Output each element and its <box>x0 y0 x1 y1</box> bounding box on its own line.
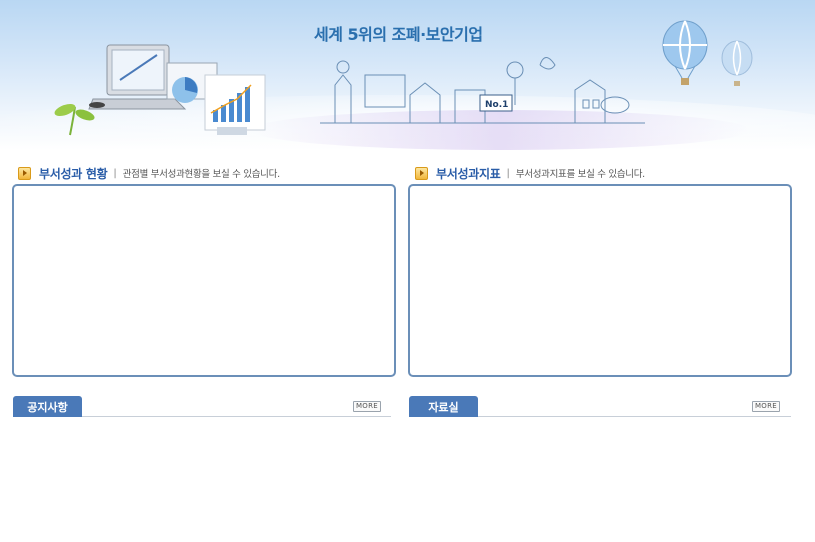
archive-board: 자료실 MORE <box>409 396 791 418</box>
arrow-bullet-icon <box>18 166 31 180</box>
dept-indicators-panel <box>408 184 792 377</box>
section-title: 부서성과지표 <box>436 166 501 181</box>
notices-more-button[interactable]: MORE <box>353 401 381 412</box>
divider: | <box>113 167 117 179</box>
city-doodle-illustration: No.1 <box>320 57 645 124</box>
notice-board: 공지사항 MORE <box>13 396 391 418</box>
section-header-dept-indicators: 부서성과지표 | 부서성과지표를 보실 수 있습니다. <box>415 164 645 182</box>
arrow-bullet-icon <box>415 166 428 180</box>
header-banner: 세계 5위의 조폐·보안기업 No.1 <box>0 0 815 150</box>
laptop-chart-illustration <box>54 44 266 136</box>
banner-slogan: 세계 5위의 조폐·보안기업 <box>314 25 483 44</box>
archive-more-button[interactable]: MORE <box>752 401 780 412</box>
divider: | <box>506 167 510 179</box>
hot-air-balloons-illustration <box>662 20 753 86</box>
no1-badge-text: No.1 <box>485 100 508 110</box>
section-description: 관점별 부서성과현황을 보실 수 있습니다. <box>122 169 280 180</box>
tab-notices[interactable]: 공지사항 <box>13 396 82 417</box>
dept-performance-panel <box>12 184 396 377</box>
section-description: 부서성과지표를 보실 수 있습니다. <box>515 169 645 180</box>
section-header-dept-performance: 부서성과 현황 | 관점별 부서성과현황을 보실 수 있습니다. <box>18 164 280 182</box>
section-title: 부서성과 현황 <box>39 166 108 181</box>
tab-archive[interactable]: 자료실 <box>409 396 478 417</box>
